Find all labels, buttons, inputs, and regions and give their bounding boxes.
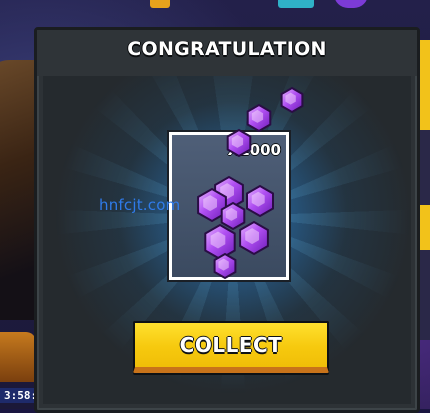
hud-badge bbox=[0, 332, 36, 382]
background-top-item bbox=[150, 0, 170, 8]
background-top-item bbox=[278, 0, 314, 8]
dialog-header: CONGRATULATION bbox=[37, 30, 417, 76]
reward-dialog: CONGRATULATION X1000 hnfcjt.com COLLECT bbox=[34, 27, 420, 413]
watermark: hnfcjt.com bbox=[99, 196, 181, 214]
dialog-body: X1000 hnfcjt.com COLLECT bbox=[43, 76, 411, 404]
collect-button[interactable]: COLLECT bbox=[133, 321, 329, 373]
dialog-title: CONGRATULATION bbox=[127, 38, 327, 60]
collect-button-label: COLLECT bbox=[179, 333, 283, 357]
